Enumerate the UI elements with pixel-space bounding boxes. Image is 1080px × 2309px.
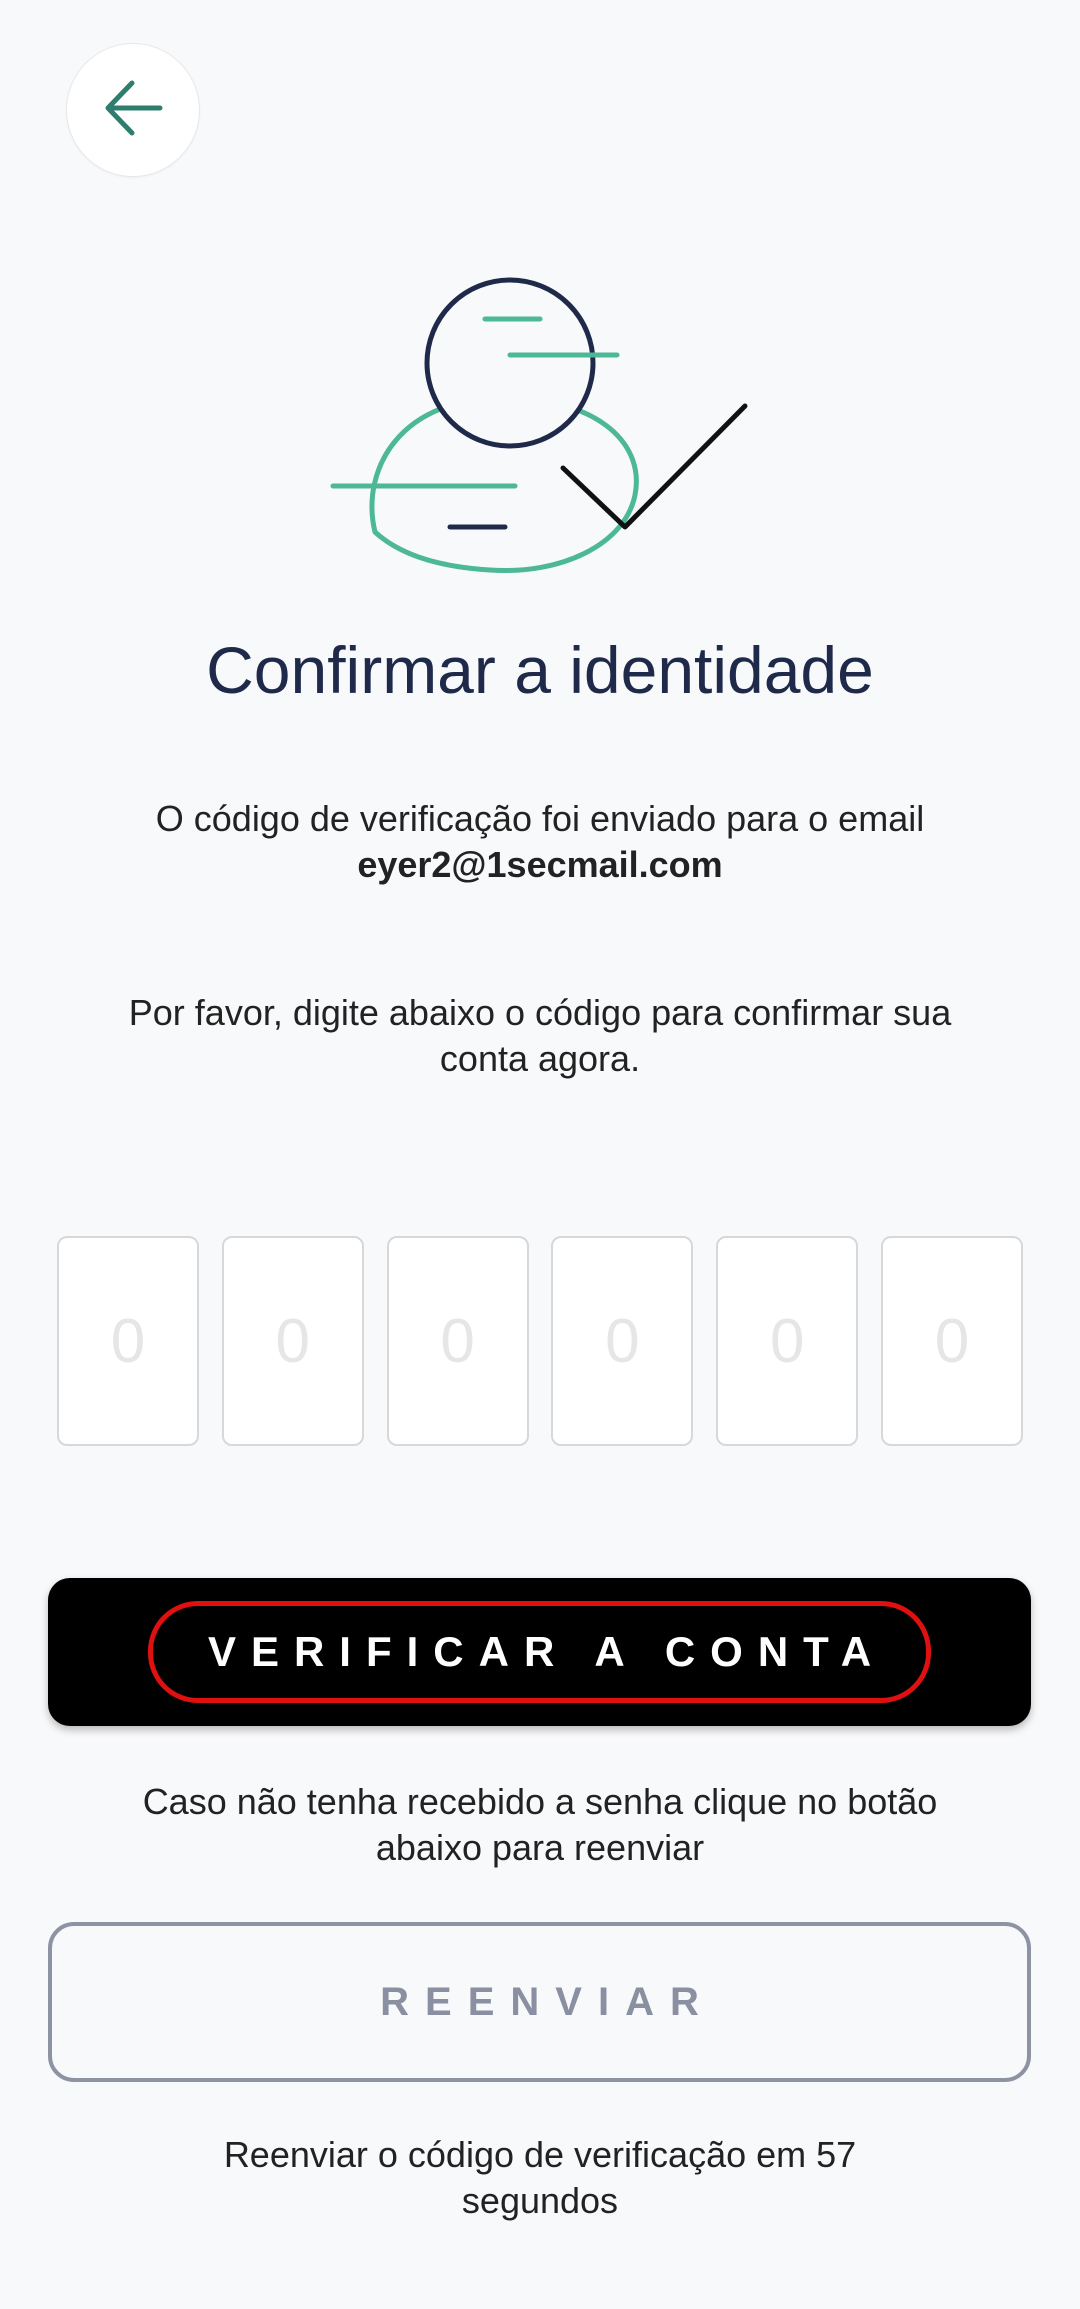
resend-button[interactable]: REENVIAR — [48, 1922, 1031, 2082]
code-digit-input-6[interactable]: 0 — [880, 1236, 1023, 1446]
code-input-row: 0 0 0 0 0 0 — [57, 1236, 1023, 1450]
code-digit-input-2[interactable]: 0 — [221, 1236, 364, 1446]
resend-hint-text: Caso não tenha recebido a senha clique n… — [142, 1781, 938, 1868]
code-digit-input-3[interactable]: 0 — [386, 1236, 529, 1446]
back-button[interactable] — [66, 43, 200, 177]
instruction-text: Por favor, digite abaixo o código para c… — [128, 992, 952, 1079]
arrow-left-icon — [98, 73, 168, 148]
page-title: Confirmar a identidade — [206, 633, 874, 707]
email-info-text: O código de verificação foi enviado para… — [155, 798, 925, 839]
code-digit-input-4[interactable]: 0 — [551, 1236, 694, 1446]
resend-label: REENVIAR — [380, 1979, 715, 2024]
verify-account-label: VERIFICAR A CONTA — [147, 1601, 932, 1703]
code-digit-input-1[interactable]: 0 — [57, 1236, 199, 1446]
verify-account-button[interactable]: VERIFICAR A CONTA — [48, 1578, 1031, 1726]
code-digit-input-5[interactable]: 0 — [716, 1236, 859, 1446]
user-check-icon — [330, 270, 750, 590]
email-info: O código de verificação foi enviado para… — [100, 796, 980, 888]
resend-countdown-text: Reenviar o código de verificação em 57 s… — [223, 2134, 857, 2221]
email-address: eyer2@1secmail.com — [357, 844, 723, 885]
